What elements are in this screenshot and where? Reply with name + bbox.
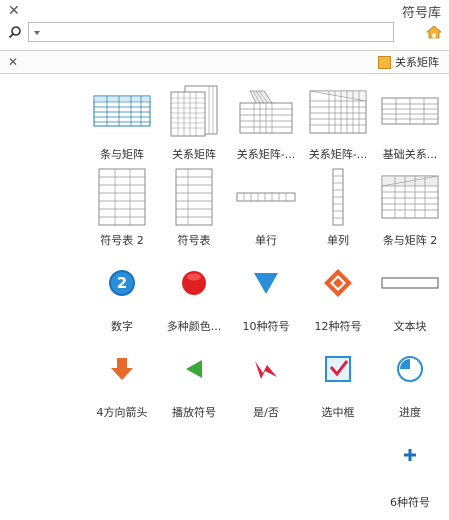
close-category-icon[interactable]: ✕ xyxy=(8,55,18,69)
symbol-table-2-icon xyxy=(78,166,166,228)
search-bar xyxy=(6,22,442,44)
category-color-icon xyxy=(378,55,391,69)
category-tag-bar: ✕ 关系矩阵 xyxy=(0,50,449,74)
chevron-down-icon[interactable] xyxy=(34,31,40,35)
shape-item[interactable]: 4方向箭头 xyxy=(78,338,166,422)
category-tag-label: 关系矩阵 xyxy=(395,56,439,69)
category-tag[interactable]: 关系矩阵 xyxy=(378,54,439,70)
panel-title: 符号库 xyxy=(401,6,441,21)
number-badge-text: 2 xyxy=(117,274,127,292)
plus-icon xyxy=(366,424,449,486)
search-icon[interactable] xyxy=(8,25,22,39)
number-badge-icon: 2 xyxy=(78,252,166,314)
shape-item[interactable]: 符号表 2 xyxy=(78,166,166,250)
shape-item[interactable]: 条与矩阵 xyxy=(78,80,166,164)
shape-label: 6种符号 xyxy=(390,496,430,509)
search-input[interactable] xyxy=(28,22,394,42)
bar-matrix-icon xyxy=(78,80,166,142)
shape-item[interactable]: 2 数字 xyxy=(78,252,166,336)
shape-item[interactable]: 6种符号 xyxy=(366,424,449,509)
shape-label: 数字 xyxy=(111,320,133,333)
shape-label: 符号表 2 xyxy=(100,234,144,247)
shape-label: 4方向箭头 xyxy=(96,406,148,419)
arrow-down-icon xyxy=(78,338,166,400)
shape-label: 条与矩阵 xyxy=(100,148,144,161)
close-icon[interactable]: ✕ xyxy=(8,4,20,18)
home-icon[interactable] xyxy=(426,24,442,40)
